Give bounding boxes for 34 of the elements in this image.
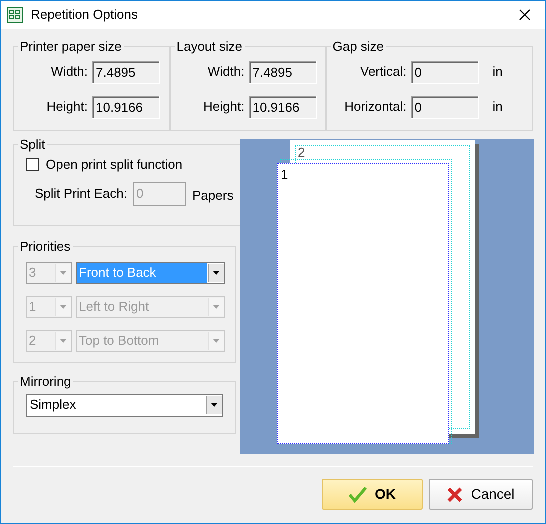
input-field[interactable]: 10.9166 bbox=[248, 96, 317, 118]
field-label: Width: bbox=[50, 63, 88, 82]
input-field[interactable]: 7.4895 bbox=[92, 60, 160, 84]
cancel-button[interactable]: Cancel bbox=[429, 479, 533, 510]
unit-label: in bbox=[492, 63, 503, 82]
field-label: Split Print Each: bbox=[35, 185, 128, 204]
unit-label: Papers bbox=[192, 187, 234, 206]
checkbox[interactable] bbox=[26, 158, 39, 171]
group-title: Split bbox=[19, 136, 46, 154]
close-icon bbox=[447, 486, 464, 502]
field-label: Height: bbox=[202, 98, 245, 116]
input-field[interactable]: 0 bbox=[410, 96, 479, 118]
field-label: Height: bbox=[46, 98, 88, 116]
check-icon bbox=[349, 486, 367, 502]
field-label: Vertical: bbox=[359, 63, 407, 82]
mirroring-dropdown[interactable]: Simplex bbox=[26, 394, 223, 416]
checkbox-label: Open print split function bbox=[46, 156, 183, 174]
window-title: Repetition Options bbox=[31, 6, 139, 24]
field-label: Width: bbox=[206, 63, 245, 82]
page-number: 1 bbox=[281, 168, 288, 181]
group-title: Gap size bbox=[332, 38, 386, 56]
input-field[interactable]: 0 bbox=[410, 60, 479, 84]
unit-label: in bbox=[492, 98, 503, 116]
group-title: Layout size bbox=[176, 38, 244, 56]
input-field[interactable]: 7.4895 bbox=[248, 60, 317, 84]
page-number: 2 bbox=[298, 146, 306, 159]
group-title: Printer paper size bbox=[19, 38, 123, 56]
group-title: Priorities bbox=[19, 238, 72, 256]
field-label: Horizontal: bbox=[344, 98, 407, 116]
close-icon bbox=[519, 9, 531, 21]
app-icon bbox=[7, 7, 23, 23]
group-title: Mirroring bbox=[19, 373, 72, 391]
ok-button[interactable]: OK bbox=[322, 479, 423, 510]
input-field[interactable]: 10.9166 bbox=[92, 96, 160, 118]
